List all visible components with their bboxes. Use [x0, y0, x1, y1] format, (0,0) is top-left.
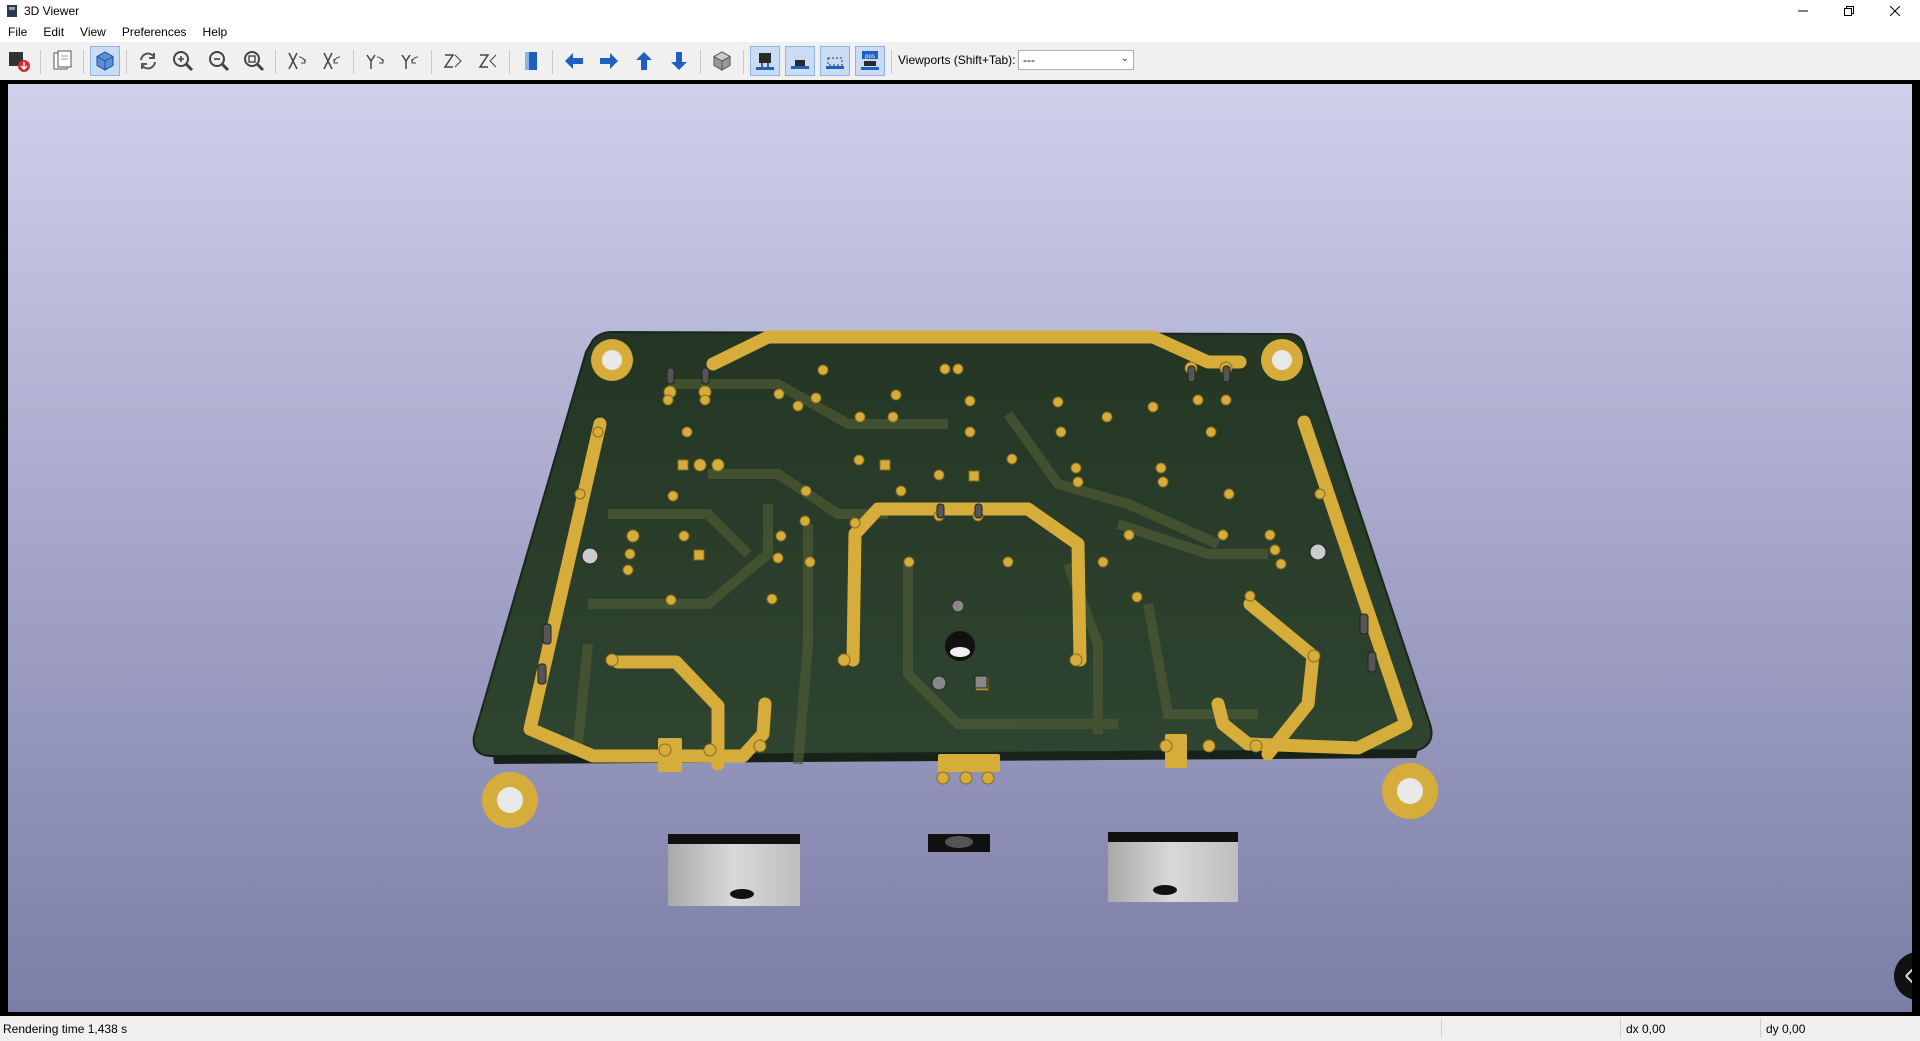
copy-clipboard-icon	[53, 50, 72, 70]
rotate-y-cw-button[interactable]	[360, 46, 390, 76]
viewports-select[interactable]: --- ⌄	[1018, 50, 1134, 70]
chevron-down-icon: ⌄	[1120, 53, 1129, 64]
heatsink-left	[668, 834, 800, 906]
restore-button[interactable]	[1826, 0, 1872, 22]
close-button[interactable]	[1872, 0, 1918, 22]
show-smd-icon	[791, 60, 809, 69]
zoom-in-icon	[173, 51, 194, 72]
export-image-icon	[9, 52, 30, 72]
minimize-button[interactable]	[1780, 0, 1826, 22]
pcb-board	[472, 330, 1433, 758]
center-connector	[928, 834, 990, 852]
menu-view[interactable]: View	[72, 22, 114, 42]
show-tht-button[interactable]	[750, 46, 780, 76]
title-bar: 3D Viewer	[0, 0, 1920, 22]
rotate-y-ccw-icon	[401, 54, 419, 69]
move-down-icon	[671, 52, 687, 70]
flip-board-button[interactable]	[516, 46, 546, 76]
minimize-icon	[1798, 10, 1808, 12]
zoom-out-icon	[209, 51, 230, 72]
move-right-icon	[600, 53, 618, 69]
copy-clipboard-button[interactable]	[47, 46, 77, 76]
move-up-button[interactable]	[629, 46, 659, 76]
rotate-y-cw-icon	[366, 54, 384, 69]
export-image-button[interactable]	[4, 46, 34, 76]
menu-edit[interactable]: Edit	[35, 22, 72, 42]
rotate-z-ccw-button[interactable]	[473, 46, 503, 76]
rotate-x-cw-button[interactable]	[282, 46, 312, 76]
zoom-fit-button[interactable]	[239, 46, 269, 76]
rotate-x-ccw-button[interactable]	[317, 46, 347, 76]
show-virtual-button[interactable]	[820, 46, 850, 76]
pcb-scene	[472, 330, 1912, 1000]
rotate-z-cw-button[interactable]	[438, 46, 468, 76]
show-virtual-icon	[826, 57, 844, 69]
show-pos-button[interactable]: pos	[855, 46, 885, 76]
reload-button[interactable]	[133, 46, 163, 76]
raytrace-icon	[96, 51, 114, 71]
viewports-label: Viewports (Shift+Tab):	[898, 53, 1016, 67]
move-left-button[interactable]	[559, 46, 589, 76]
zoom-in-button[interactable]	[168, 46, 198, 76]
window-title: 3D Viewer	[24, 4, 80, 18]
menu-file[interactable]: File	[0, 22, 35, 42]
show-smd-button[interactable]	[785, 46, 815, 76]
menu-bar: File Edit View Preferences Help	[0, 22, 1920, 42]
close-icon	[1890, 6, 1900, 16]
status-bar: Rendering time 1,438 s dx 0,00 dy 0,00	[0, 1016, 1920, 1041]
zoom-out-button[interactable]	[204, 46, 234, 76]
rotate-z-cw-icon	[443, 54, 462, 68]
move-right-button[interactable]	[594, 46, 624, 76]
rotate-x-ccw-icon	[323, 52, 341, 70]
dy-readout: dy 0,00	[1766, 1022, 1806, 1036]
menu-preferences[interactable]: Preferences	[114, 22, 195, 42]
move-up-icon	[636, 52, 652, 70]
move-left-icon	[565, 53, 583, 69]
app-icon	[7, 5, 17, 17]
rendering-time-text: Rendering time 1,438 s	[3, 1022, 128, 1036]
ortho-view-icon	[712, 51, 732, 71]
zoom-fit-icon	[244, 51, 265, 72]
reload-icon	[140, 52, 156, 70]
move-down-button[interactable]	[664, 46, 694, 76]
rotate-y-ccw-button[interactable]	[395, 46, 425, 76]
restore-icon	[1844, 6, 1854, 16]
rotate-x-cw-icon	[288, 52, 306, 70]
flip-board-icon	[525, 52, 537, 70]
svg-text:pos: pos	[865, 54, 875, 60]
ortho-view-button[interactable]	[707, 46, 737, 76]
viewports-value: ---	[1023, 53, 1035, 67]
raytrace-button[interactable]	[90, 46, 120, 76]
rotate-z-ccw-icon	[478, 54, 497, 68]
navigation-gizmo[interactable]	[1894, 952, 1912, 1000]
menu-help[interactable]: Help	[195, 22, 236, 42]
heatsink-right	[1108, 832, 1238, 902]
3d-canvas[interactable]	[8, 84, 1912, 1012]
dx-readout: dx 0,00	[1626, 1022, 1666, 1036]
show-tht-icon	[756, 53, 774, 70]
show-pos-icon: pos	[861, 51, 879, 70]
